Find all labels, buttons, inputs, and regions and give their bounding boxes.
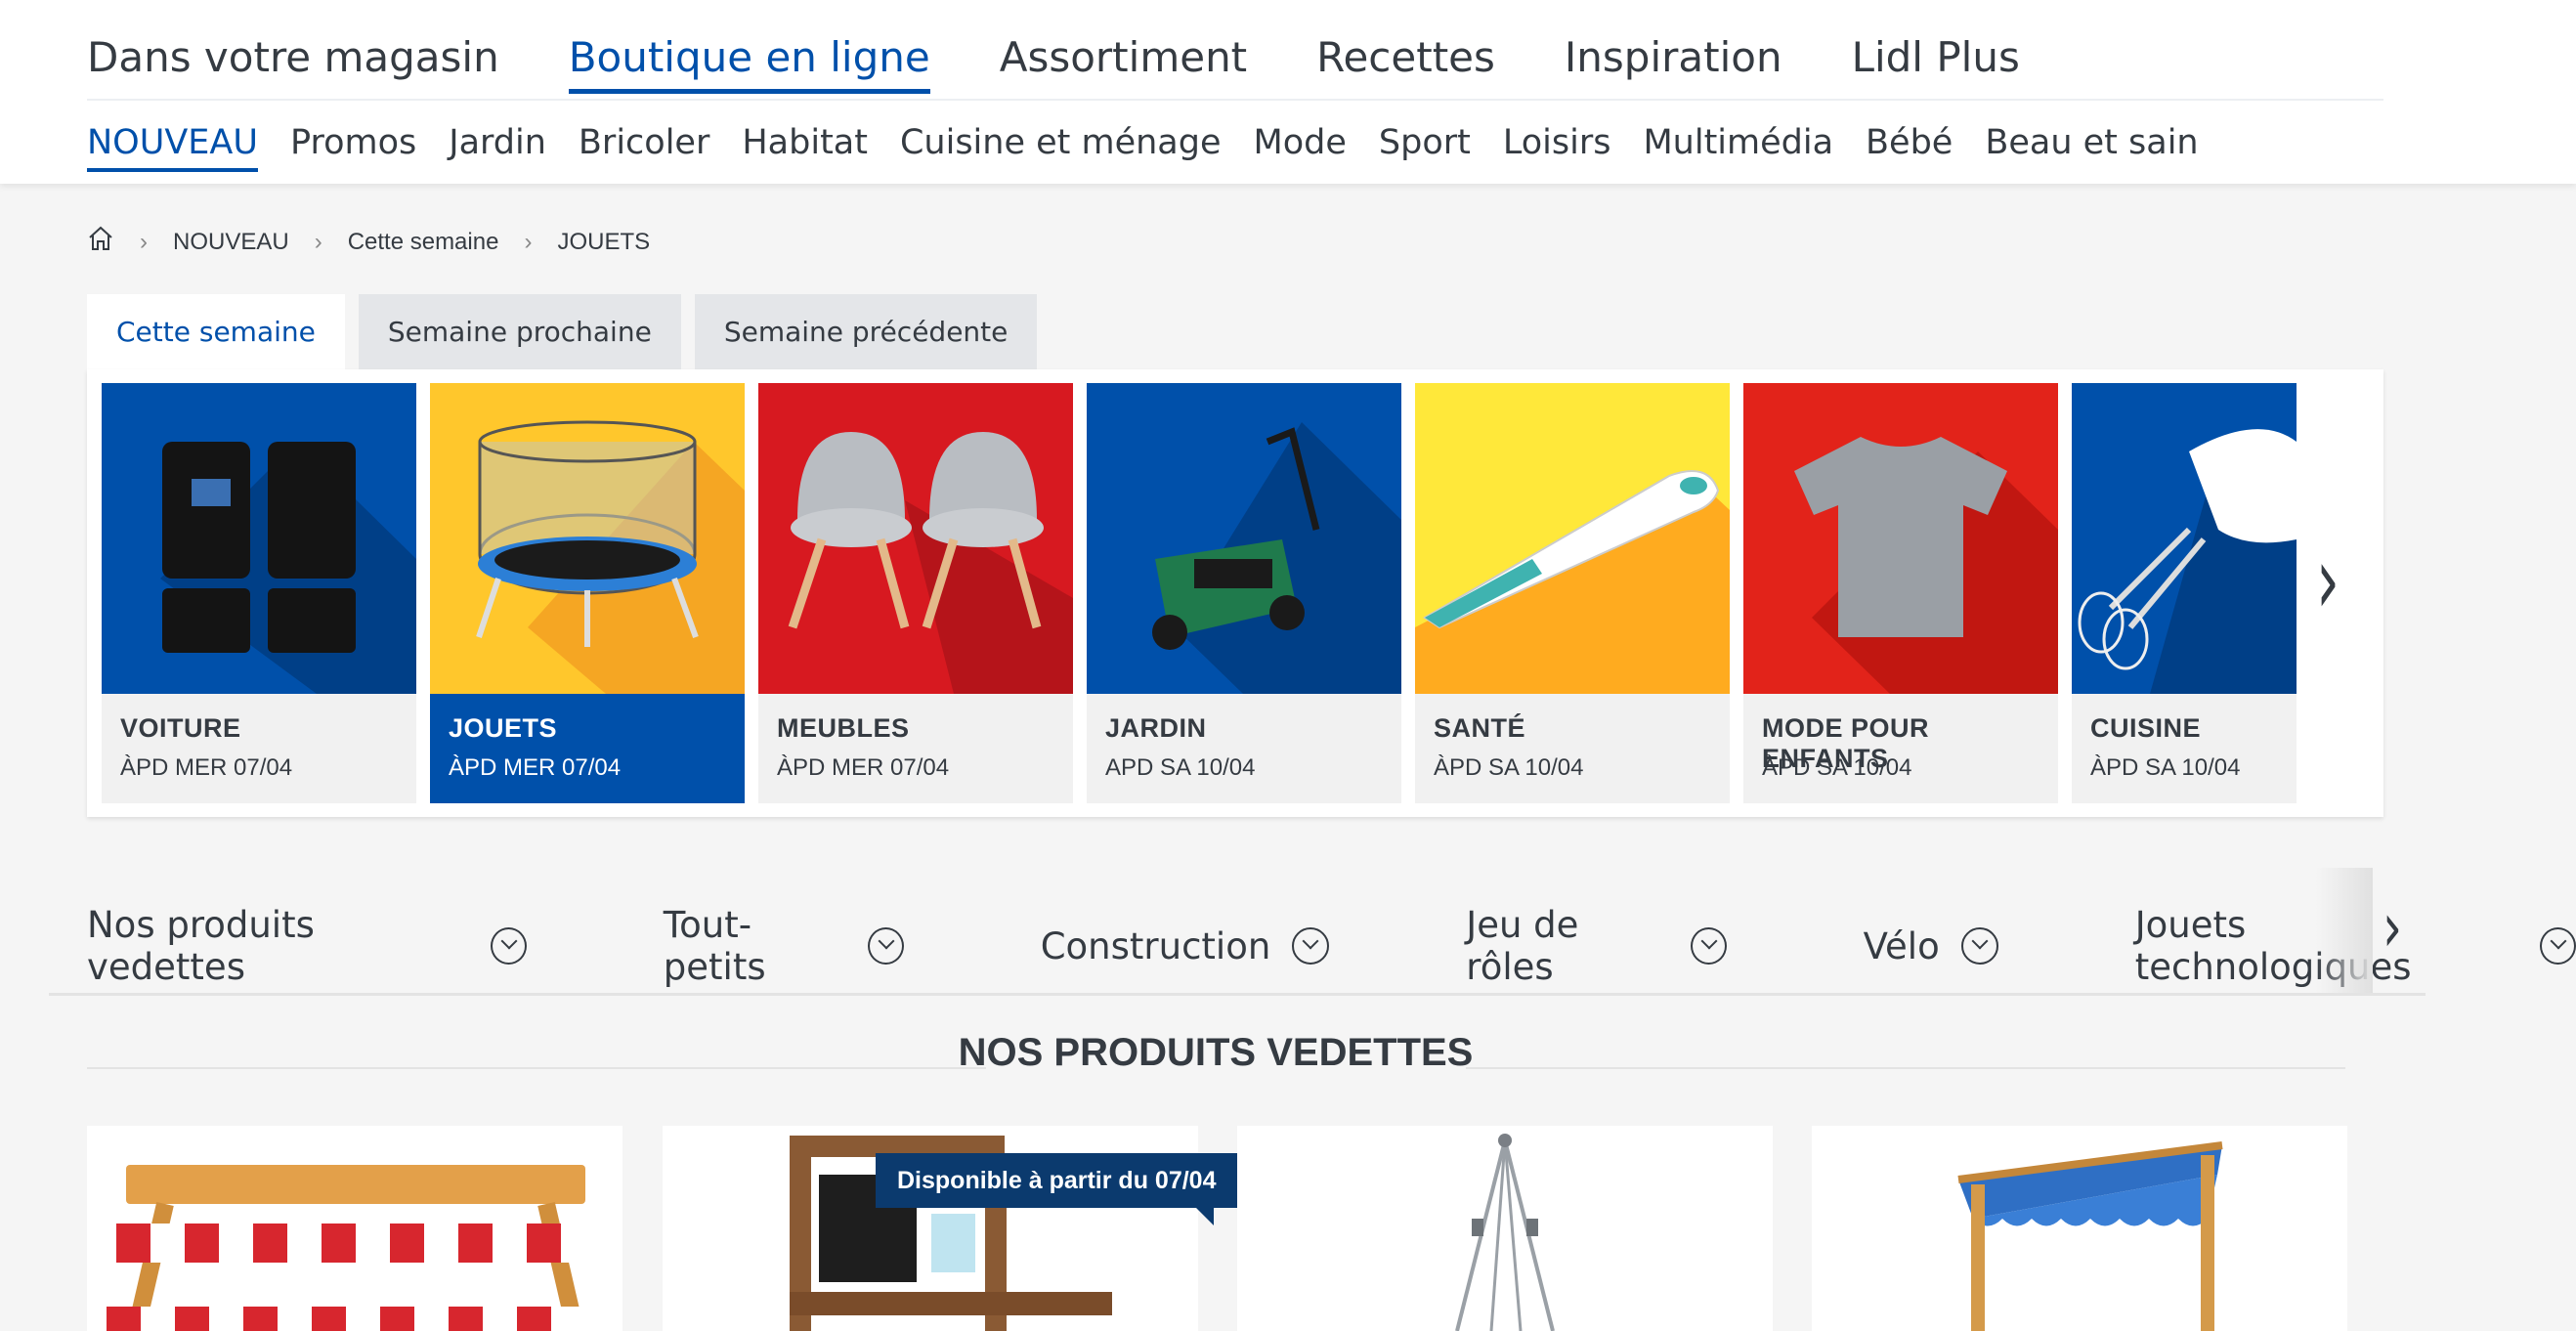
anchor-label: Nos produits vedettes xyxy=(87,904,315,988)
product-card[interactable] xyxy=(1237,1126,1773,1331)
sub-nav-multimedia[interactable]: Multimédia xyxy=(1643,123,1833,172)
anchor-fade xyxy=(2316,868,2373,993)
anchor-toddlers[interactable]: Tout-petits xyxy=(664,904,904,988)
chevron-down-circle-icon xyxy=(1960,927,1998,965)
category-card-kitchen[interactable]: CUISINE ÀPD SA 10/04 xyxy=(2072,383,2297,803)
category-label: JOUETS ÀPD MER 07/04 xyxy=(430,694,745,803)
carousel-next-arrow-icon[interactable]: › xyxy=(2316,527,2340,636)
breadcrumb: › NOUVEAU › Cette semaine › JOUETS xyxy=(87,225,650,259)
breadcrumb-this-week[interactable]: Cette semaine xyxy=(348,229,499,256)
tab-this-week[interactable]: Cette semaine xyxy=(87,294,345,369)
section-divider xyxy=(49,993,2426,996)
category-card-toys[interactable]: JOUETS ÀPD MER 07/04 xyxy=(430,383,745,803)
product-image-sandbox-canopy xyxy=(1957,1141,2223,1331)
category-image-toys xyxy=(430,383,745,694)
sub-nav-new[interactable]: NOUVEAU xyxy=(87,123,258,172)
category-card-garden[interactable]: JARDIN APD SA 10/04 xyxy=(1087,383,1401,803)
category-name: SANTÉ xyxy=(1434,713,1526,743)
category-image-kitchen xyxy=(2072,383,2297,694)
breadcrumb-separator: › xyxy=(140,228,148,255)
category-name: MEUBLES xyxy=(777,713,910,743)
main-nav-assortment[interactable]: Assortiment xyxy=(1000,33,1247,94)
category-label: JARDIN APD SA 10/04 xyxy=(1087,694,1401,803)
category-label: CUISINE ÀPD SA 10/04 xyxy=(2072,694,2297,803)
category-image-kids-fashion xyxy=(1743,383,2058,694)
category-name: CUISINE xyxy=(2090,713,2202,743)
category-date: ÀPD MER 07/04 xyxy=(120,754,293,781)
sub-navigation: NOUVEAU Promos Jardin Bricoler Habitat C… xyxy=(87,123,2199,172)
home-icon[interactable] xyxy=(87,225,114,259)
category-date: ÀPD SA 10/04 xyxy=(1762,754,1912,781)
ribbon-tail xyxy=(1196,1208,1214,1225)
main-nav-online-shop[interactable]: Boutique en ligne xyxy=(568,33,930,94)
category-label: VOITURE ÀPD MER 07/04 xyxy=(102,694,416,803)
week-tabs: Cette semaine Semaine prochaine Semaine … xyxy=(87,294,1038,369)
category-label: MEUBLES ÀPD MER 07/04 xyxy=(758,694,1073,803)
anchor-role-play[interactable]: Jeu de rôles xyxy=(1466,904,1727,988)
main-nav-recipes[interactable]: Recettes xyxy=(1316,33,1495,94)
breadcrumb-separator: › xyxy=(314,228,322,255)
sub-nav-diy[interactable]: Bricoler xyxy=(579,123,709,172)
product-card[interactable] xyxy=(87,1126,623,1331)
nav-divider xyxy=(87,99,2383,101)
category-name: VOITURE xyxy=(120,713,241,743)
category-carousel: VOITURE ÀPD MER 07/04 JOUETS ÀPD MER 07/… xyxy=(87,369,2383,817)
chevron-down-circle-icon xyxy=(1690,927,1727,965)
anchor-featured[interactable]: Nos produits vedettes xyxy=(87,904,527,988)
chevron-down-circle-icon xyxy=(1292,927,1330,965)
anchor-label: Jeu de rôles xyxy=(1466,904,1579,988)
anchor-next-arrow-icon[interactable]: › xyxy=(2383,887,2402,966)
chevron-down-circle-icon xyxy=(868,927,904,965)
category-date: ÀPD MER 07/04 xyxy=(449,754,622,781)
sub-nav-beauty-health[interactable]: Beau et sain xyxy=(1985,123,2198,172)
breadcrumb-new[interactable]: NOUVEAU xyxy=(173,229,289,256)
category-date: ÀPD MER 07/04 xyxy=(777,754,950,781)
product-image-swing-frame xyxy=(1455,1134,1555,1331)
sub-nav-home[interactable]: Habitat xyxy=(742,123,868,172)
anchor-label: Construction xyxy=(1040,924,1271,967)
category-image-furniture xyxy=(758,383,1073,694)
category-card-kids-fashion[interactable]: MODE POUR ENFANTS ÀPD SA 10/04 xyxy=(1743,383,2058,803)
category-date: ÀPD SA 10/04 xyxy=(2090,754,2241,781)
main-nav-in-store[interactable]: Dans votre magasin xyxy=(87,33,499,94)
category-image-car xyxy=(102,383,416,694)
sub-nav-sport[interactable]: Sport xyxy=(1379,123,1471,172)
sub-nav-promos[interactable]: Promos xyxy=(290,123,416,172)
category-card-car[interactable]: VOITURE ÀPD MER 07/04 xyxy=(102,383,416,803)
tab-next-week[interactable]: Semaine prochaine xyxy=(358,294,681,369)
category-date: APD SA 10/04 xyxy=(1105,754,1256,781)
category-card-furniture[interactable]: MEUBLES ÀPD MER 07/04 xyxy=(758,383,1073,803)
site-header: Dans votre magasin Boutique en ligne Ass… xyxy=(0,0,2576,184)
breadcrumb-toys: JOUETS xyxy=(557,228,651,255)
sub-nav-baby[interactable]: Bébé xyxy=(1866,123,1953,172)
category-card-health[interactable]: SANTÉ ÀPD SA 10/04 xyxy=(1415,383,1730,803)
category-label: SANTÉ ÀPD SA 10/04 xyxy=(1415,694,1730,803)
main-navigation: Dans votre magasin Boutique en ligne Ass… xyxy=(87,33,2020,94)
main-nav-lidl-plus[interactable]: Lidl Plus xyxy=(1852,33,2020,94)
anchor-bike[interactable]: Vélo xyxy=(1864,904,1998,988)
chevron-down-circle-icon xyxy=(2540,927,2576,965)
main-nav-inspiration[interactable]: Inspiration xyxy=(1565,33,1782,94)
anchor-label: Vélo xyxy=(1863,924,1940,967)
anchor-label: Tout-petits xyxy=(663,904,766,988)
sub-nav-kitchen[interactable]: Cuisine et ménage xyxy=(900,123,1222,172)
category-name: JARDIN xyxy=(1105,713,1207,743)
availability-ribbon: Disponible à partir du 07/04 xyxy=(876,1153,1238,1208)
sub-nav-fashion[interactable]: Mode xyxy=(1254,123,1347,172)
breadcrumb-separator: › xyxy=(524,228,533,255)
tab-previous-week[interactable]: Semaine précédente xyxy=(694,294,1038,369)
anchor-construction[interactable]: Construction xyxy=(1041,904,1330,988)
product-card[interactable] xyxy=(1812,1126,2347,1331)
category-date: ÀPD SA 10/04 xyxy=(1434,754,1584,781)
category-image-garden xyxy=(1087,383,1401,694)
category-name: JOUETS xyxy=(449,713,558,743)
sub-nav-garden[interactable]: Jardin xyxy=(449,123,546,172)
section-title: NOS PRODUITS VEDETTES xyxy=(958,1031,1474,1074)
sub-nav-leisure[interactable]: Loisirs xyxy=(1503,123,1611,172)
product-image-picnic-table xyxy=(107,1165,605,1331)
category-label: MODE POUR ENFANTS ÀPD SA 10/04 xyxy=(1743,694,2058,803)
anchor-links: Nos produits vedettes Tout-petits Constr… xyxy=(87,904,2576,988)
chevron-down-circle-icon xyxy=(491,927,527,965)
category-image-health xyxy=(1415,383,1730,694)
